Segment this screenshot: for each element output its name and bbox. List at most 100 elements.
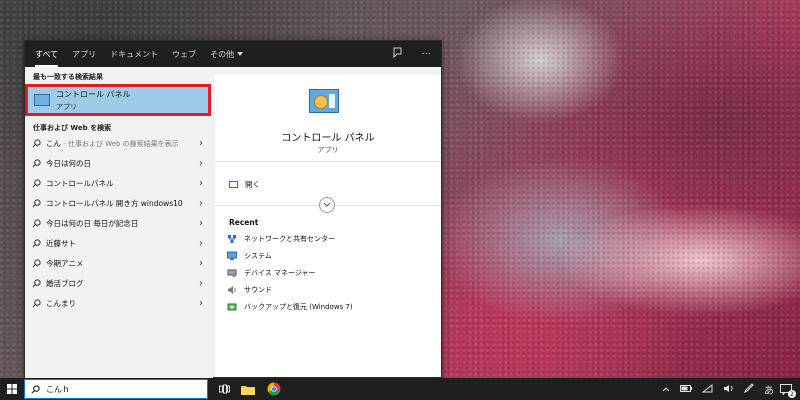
chevron-right-icon[interactable]: › <box>199 138 203 149</box>
best-match-title: コントロール パネル <box>56 90 131 99</box>
volume-icon[interactable] <box>723 384 734 395</box>
chevron-right-icon[interactable]: › <box>199 238 203 249</box>
web-result-item[interactable]: 今日は何の日 › <box>25 153 213 173</box>
web-results: こん - 仕事および Web の検索結果を表示 › 今日は何の日 › コントロー… <box>25 133 213 313</box>
search-icon <box>32 138 41 147</box>
web-result-label: 今期アニメ <box>46 258 84 268</box>
sound-icon <box>227 285 237 295</box>
web-result-label: こんまり <box>46 298 76 308</box>
battery-icon[interactable] <box>680 384 692 394</box>
search-icon <box>32 218 41 227</box>
detail-pane: コントロール パネル アプリ 開く Recent ネットワークと共有センター シス… <box>215 75 441 377</box>
web-search-heading: 仕事および Web を検索 <box>33 124 112 132</box>
system-tray: あ <box>662 378 774 400</box>
start-search-panel: すべて アプリ ドキュメント ウェブ その他 ··· 最も一致する検索結果 コン… <box>24 40 442 379</box>
search-input[interactable] <box>46 384 196 394</box>
file-explorer-icon[interactable] <box>240 381 256 397</box>
recent-item[interactable]: デバイス マネージャー <box>227 264 353 281</box>
task-view-icon[interactable] <box>216 381 232 397</box>
recent-list: ネットワークと共有センター システムデバイス マネージャー サウンドバックアップと復… <box>227 230 353 315</box>
chevron-down-icon <box>323 202 331 207</box>
web-result-item[interactable]: 婚活ブログ › <box>25 273 213 293</box>
action-center-button[interactable]: 2 <box>778 381 796 398</box>
backup-icon <box>227 302 237 312</box>
chevron-right-icon[interactable]: › <box>199 258 203 269</box>
tab-more[interactable]: その他 <box>210 41 244 67</box>
recent-item[interactable]: サウンド <box>227 281 353 298</box>
web-result-label: 今日は何の日 毎日が記念日 <box>46 218 139 228</box>
chrome-icon[interactable] <box>266 381 282 397</box>
open-label: 開く <box>245 180 260 189</box>
ime-indicator[interactable]: あ <box>764 382 774 397</box>
search-icon <box>31 384 40 393</box>
recent-item-label: サウンド <box>244 285 272 294</box>
search-icon <box>32 298 41 307</box>
web-result-item[interactable]: 今日は何の日 毎日が記念日 › <box>25 213 213 233</box>
web-result-hint: - 仕事および Web の検索結果を表示 <box>61 139 179 148</box>
web-result-item[interactable]: 今期アニメ › <box>25 253 213 273</box>
recent-item-label: システム <box>244 251 272 260</box>
web-result-item[interactable]: こん - 仕事および Web の検索結果を表示 › <box>25 133 213 153</box>
network-icon <box>227 234 237 244</box>
search-icon <box>32 258 41 267</box>
tab-web[interactable]: ウェブ <box>172 41 196 67</box>
network-icon[interactable] <box>701 383 713 395</box>
search-icon <box>32 278 41 287</box>
divider <box>215 161 441 162</box>
control-panel-icon <box>309 89 339 113</box>
web-result-label: 近藤サト <box>46 238 76 248</box>
web-result-label: コントロールパネル <box>46 178 114 188</box>
recent-item-label: デバイス マネージャー <box>244 268 316 277</box>
feedback-icon[interactable] <box>392 47 403 61</box>
device-manager-icon <box>227 268 237 278</box>
search-icon <box>32 198 41 207</box>
open-action[interactable]: 開く <box>229 179 260 190</box>
web-result-label: コントロールパネル 開き方 windows10 <box>46 198 183 208</box>
show-hidden-icons-chevron-up-icon[interactable] <box>662 385 670 394</box>
chevron-right-icon[interactable]: › <box>199 218 203 229</box>
best-match-control-panel[interactable]: コントロール パネル アプリ <box>25 84 211 116</box>
recent-item[interactable]: ネットワークと共有センター <box>227 230 353 247</box>
detail-title: コントロール パネル <box>281 133 375 144</box>
web-result-item[interactable]: こんまり › <box>25 293 213 313</box>
best-match-subtitle: アプリ <box>56 103 77 111</box>
tab-apps[interactable]: アプリ <box>72 41 96 67</box>
system-icon <box>227 251 237 261</box>
search-filter-bar: すべて アプリ ドキュメント ウェブ その他 ··· <box>25 41 441 67</box>
notification-count-badge: 2 <box>788 390 796 398</box>
chevron-right-icon[interactable]: › <box>199 158 203 169</box>
open-icon <box>229 181 238 188</box>
web-result-label: 今日は何の日 <box>46 158 91 168</box>
search-icon <box>32 238 41 247</box>
web-result-item[interactable]: コントロールパネル 開き方 windows10 › <box>25 193 213 213</box>
detail-subtitle: アプリ <box>317 146 339 154</box>
web-result-item[interactable]: コントロールパネル › <box>25 173 213 193</box>
control-panel-icon <box>34 94 50 106</box>
chevron-right-icon[interactable]: › <box>199 198 203 209</box>
chevron-right-icon[interactable]: › <box>199 178 203 189</box>
web-result-item[interactable]: 近藤サト › <box>25 233 213 253</box>
recent-heading: Recent <box>229 218 259 227</box>
tab-all[interactable]: すべて <box>35 41 59 67</box>
taskbar-search-box[interactable] <box>24 379 208 399</box>
chevron-right-icon[interactable]: › <box>199 278 203 289</box>
windows-logo-icon <box>7 384 17 394</box>
recent-item[interactable]: バックアップと復元 (Windows 7) <box>227 298 353 315</box>
web-result-label: 婚活ブログ <box>46 278 84 288</box>
taskbar: あ 2 <box>0 378 800 400</box>
start-button[interactable] <box>0 378 24 400</box>
tab-documents[interactable]: ドキュメント <box>110 41 158 67</box>
best-match-heading: 最も一致する検索結果 <box>33 73 103 81</box>
chevron-down-icon <box>237 52 244 56</box>
search-icon <box>32 178 41 187</box>
web-result-label: こん - 仕事および Web の検索結果を表示 <box>46 138 179 148</box>
search-icon <box>32 158 41 167</box>
recent-item-label: ネットワークと共有センター <box>244 234 335 243</box>
recent-item-label: バックアップと復元 (Windows 7) <box>244 302 353 311</box>
pen-icon[interactable] <box>743 383 754 395</box>
results-list: 最も一致する検索結果 コントロール パネル アプリ 仕事および Web を検索 … <box>25 67 213 379</box>
more-options-icon[interactable]: ··· <box>421 49 431 60</box>
expand-button[interactable] <box>319 197 335 213</box>
chevron-right-icon[interactable]: › <box>199 298 203 309</box>
recent-item[interactable]: システム <box>227 247 353 264</box>
